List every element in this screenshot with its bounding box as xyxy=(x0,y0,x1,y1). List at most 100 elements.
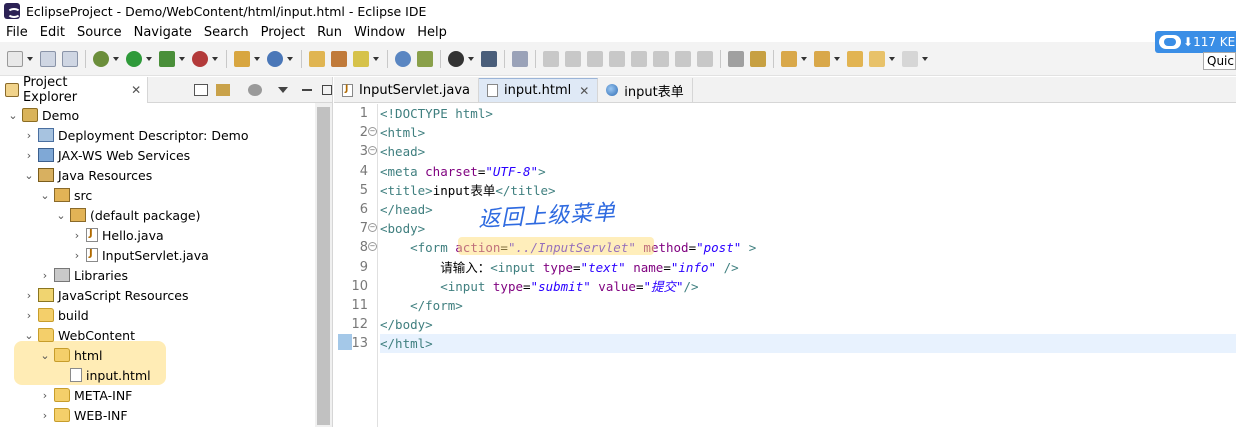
step-into-icon[interactable] xyxy=(631,50,647,67)
tree-item[interactable]: ⌄ (default package) xyxy=(0,205,332,225)
tree-item[interactable]: › META-INF xyxy=(0,385,332,405)
chevron-right-icon[interactable]: › xyxy=(22,128,36,142)
chevron-down-icon[interactable]: ⌄ xyxy=(38,348,52,362)
open-type-icon[interactable] xyxy=(309,50,325,67)
tree-item[interactable]: ⌄ html xyxy=(0,345,332,365)
code-line[interactable]: <html> xyxy=(380,123,1236,142)
fold-toggle-icon[interactable]: − xyxy=(368,127,377,137)
chevron-right-icon[interactable]: › xyxy=(22,288,36,302)
code-line[interactable]: </form> xyxy=(380,296,1236,315)
close-icon[interactable]: ✕ xyxy=(579,84,589,98)
console-icon[interactable] xyxy=(481,50,497,67)
toggle-mark-icon[interactable] xyxy=(750,50,766,67)
launch-icon[interactable] xyxy=(353,50,369,67)
maximize-icon[interactable] xyxy=(322,84,332,95)
browser-icon[interactable] xyxy=(395,50,411,67)
fold-toggle-icon[interactable]: − xyxy=(368,242,377,252)
view-menu-icon[interactable] xyxy=(278,86,289,93)
forward-dropdown-icon[interactable] xyxy=(922,56,928,61)
tree-item[interactable]: › JAX-WS Web Services xyxy=(0,145,332,165)
external-tools-dropdown-icon[interactable] xyxy=(212,56,218,61)
tab-project-explorer[interactable]: Project Explorer ✕ xyxy=(0,75,149,105)
terminate-icon[interactable] xyxy=(587,50,603,67)
save-all-icon[interactable] xyxy=(62,50,78,67)
fold-toggle-icon[interactable]: − xyxy=(368,223,377,233)
collapse-all-icon[interactable] xyxy=(194,83,209,96)
new-dropdown-icon[interactable] xyxy=(27,56,33,61)
cloud-sync-widget[interactable]: ⬇ 117 KE xyxy=(1155,31,1236,53)
scrollbar-thumb[interactable] xyxy=(317,107,330,425)
menu-source[interactable]: Source xyxy=(71,25,128,40)
code-line[interactable]: 请输入：<input type="text" name="info" /> xyxy=(380,258,1236,277)
resume-icon[interactable] xyxy=(543,50,559,67)
back-dropdown-icon[interactable] xyxy=(889,56,895,61)
menu-edit[interactable]: Edit xyxy=(34,25,71,40)
code-line[interactable]: <head> xyxy=(380,142,1236,161)
chevron-down-icon[interactable]: ⌄ xyxy=(38,188,52,202)
launch-dropdown-icon[interactable] xyxy=(373,56,379,61)
tree-item[interactable]: › InputServlet.java xyxy=(0,245,332,265)
step-return-icon[interactable] xyxy=(675,50,691,67)
code-line[interactable]: <input type="submit" value="提交"/> xyxy=(380,277,1236,296)
tree-item[interactable]: › Libraries xyxy=(0,265,332,285)
chevron-right-icon[interactable]: › xyxy=(70,228,84,242)
open-resource-icon[interactable] xyxy=(331,50,347,67)
chevron-down-icon[interactable]: ⌄ xyxy=(22,168,36,182)
new-server-icon[interactable] xyxy=(267,50,283,67)
coverage-dropdown-icon[interactable] xyxy=(179,56,185,61)
chevron-right-icon[interactable]: › xyxy=(22,308,36,322)
disconnect-icon[interactable] xyxy=(609,50,625,67)
last-edit-icon[interactable] xyxy=(847,50,863,67)
link-with-editor-icon[interactable] xyxy=(216,83,231,96)
menu-help[interactable]: Help xyxy=(411,25,453,40)
toggle-block-icon[interactable] xyxy=(728,50,744,67)
editor-tab[interactable]: input.html ✕ xyxy=(479,78,599,102)
search-tool-icon[interactable] xyxy=(417,50,433,67)
back-icon[interactable] xyxy=(869,50,885,67)
chevron-right-icon[interactable]: › xyxy=(70,248,84,262)
code-line[interactable]: </body> xyxy=(380,315,1236,334)
forward-icon[interactable] xyxy=(902,50,918,67)
tree-item[interactable]: ⌄ WebContent xyxy=(0,325,332,345)
previous-annotation-icon[interactable] xyxy=(814,50,830,67)
new-project-icon[interactable] xyxy=(234,50,250,67)
code-line[interactable]: <!DOCTYPE html> xyxy=(380,104,1236,123)
menu-window[interactable]: Window xyxy=(348,25,411,40)
code-line[interactable]: <meta charset="UTF-8"> xyxy=(380,162,1236,181)
tree-item[interactable]: ⌄ src xyxy=(0,185,332,205)
menu-search[interactable]: Search xyxy=(198,25,255,40)
new-icon[interactable] xyxy=(7,50,23,67)
previous-annotation-dropdown-icon[interactable] xyxy=(834,56,840,61)
focus-icon[interactable] xyxy=(248,83,263,96)
run-icon[interactable] xyxy=(126,50,142,67)
debug-icon[interactable] xyxy=(93,50,109,67)
tree-item[interactable]: › JavaScript Resources xyxy=(0,285,332,305)
skip-breakpoints-icon[interactable] xyxy=(512,50,528,67)
minimize-icon[interactable] xyxy=(302,88,313,91)
debug-dropdown-icon[interactable] xyxy=(113,56,119,61)
tree-item[interactable]: › WEB-INF xyxy=(0,405,332,425)
perspective-icon[interactable] xyxy=(448,50,464,67)
next-annotation-icon[interactable] xyxy=(781,50,797,67)
perspective-dropdown-icon[interactable] xyxy=(468,56,474,61)
close-icon[interactable]: ✕ xyxy=(131,83,141,97)
chevron-right-icon[interactable]: › xyxy=(22,148,36,162)
code-editor[interactable]: <!DOCTYPE html> <html> <head> <meta charset… xyxy=(380,104,1236,427)
fold-toggle-icon[interactable]: − xyxy=(368,146,377,156)
tree-item[interactable]: › Deployment Descriptor: Demo xyxy=(0,125,332,145)
menu-run[interactable]: Run xyxy=(311,25,348,40)
chevron-down-icon[interactable]: ⌄ xyxy=(54,208,68,222)
chevron-down-icon[interactable]: ⌄ xyxy=(22,328,36,342)
chevron-right-icon[interactable]: › xyxy=(38,268,52,282)
chevron-down-icon[interactable]: ⌄ xyxy=(6,108,20,122)
editor-tab[interactable]: InputServlet.java xyxy=(334,78,480,102)
explorer-scrollbar[interactable] xyxy=(315,103,332,427)
tree-item[interactable]: input.html xyxy=(0,365,332,385)
save-icon[interactable] xyxy=(40,50,56,67)
suspend-icon[interactable] xyxy=(565,50,581,67)
code-line[interactable]: </html> xyxy=(380,334,1236,354)
external-tools-icon[interactable] xyxy=(192,50,208,67)
chevron-right-icon[interactable]: › xyxy=(38,388,52,402)
step-over-icon[interactable] xyxy=(653,50,669,67)
chevron-right-icon[interactable]: › xyxy=(38,408,52,422)
